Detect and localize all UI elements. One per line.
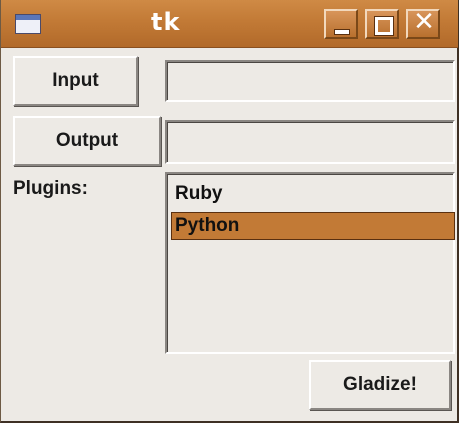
- plugin-item-ruby[interactable]: Ruby: [171, 180, 455, 208]
- plugin-item-python[interactable]: Python: [171, 212, 455, 240]
- close-icon: ✕: [413, 7, 435, 37]
- window-icon[interactable]: [15, 14, 41, 34]
- title-bar[interactable]: tk ✕: [1, 0, 458, 48]
- input-path-field[interactable]: [165, 60, 455, 102]
- maximize-icon: [374, 16, 394, 36]
- minimize-button[interactable]: [324, 9, 358, 39]
- output-button[interactable]: Output: [13, 116, 161, 166]
- maximize-button[interactable]: [365, 9, 399, 39]
- app-window: tk ✕ Input Output Plugins: Ruby Python G…: [0, 0, 459, 423]
- output-path-field[interactable]: [165, 120, 455, 164]
- plugins-label: Plugins:: [13, 178, 88, 199]
- minimize-icon: [334, 29, 350, 35]
- input-button[interactable]: Input: [13, 56, 138, 106]
- gladize-button[interactable]: Gladize!: [309, 360, 451, 410]
- window-title: tk: [151, 8, 181, 36]
- close-button[interactable]: ✕: [406, 7, 440, 39]
- plugins-listbox[interactable]: Ruby Python: [165, 172, 455, 354]
